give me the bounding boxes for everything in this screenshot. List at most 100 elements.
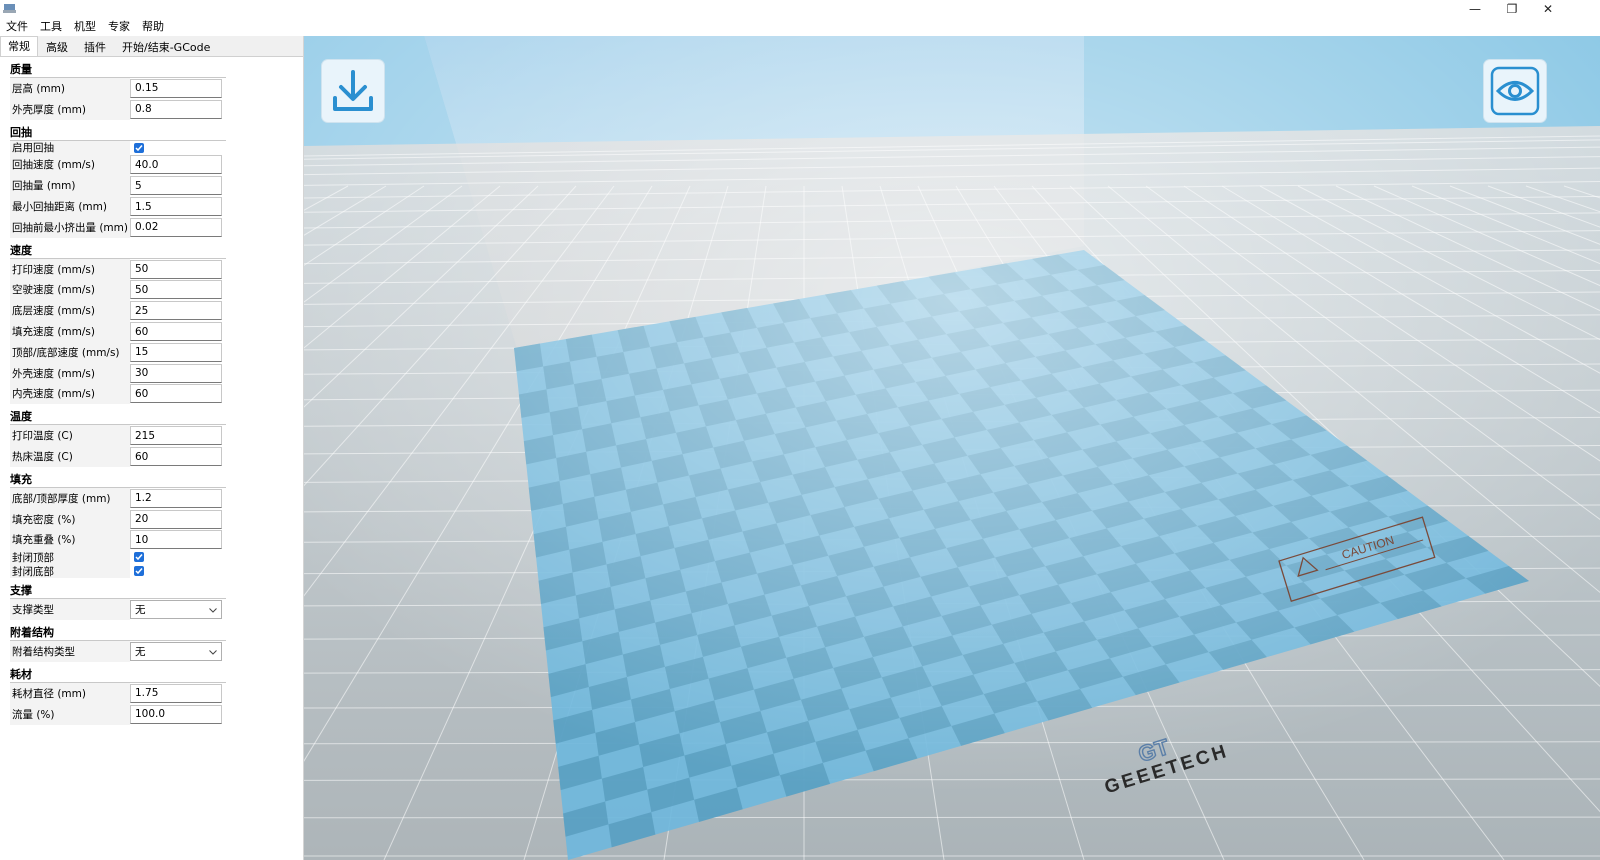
- check-icon: [135, 144, 143, 151]
- close-button[interactable]: ✕: [1531, 0, 1565, 18]
- setting-input[interactable]: 0.02: [130, 217, 222, 237]
- setting-label: 流量 (%): [10, 703, 130, 725]
- setting-input[interactable]: 215: [130, 426, 222, 446]
- tab-plugins[interactable]: 插件: [76, 38, 114, 56]
- check-icon: [135, 554, 143, 561]
- build-volume-scene: CAUTION GT GEEETECH: [304, 36, 1600, 860]
- setting-row: 附着结构类型无: [10, 641, 226, 662]
- setting-label: 填充密度 (%): [10, 508, 130, 530]
- setting-row: 顶部/底部速度 (mm/s) 15: [10, 341, 226, 363]
- setting-label: 层高 (mm): [10, 78, 130, 99]
- minimize-button[interactable]: —: [1458, 0, 1492, 18]
- setting-input[interactable]: 1.2: [130, 488, 222, 508]
- setting-row: 打印速度 (mm/s) 50: [10, 258, 226, 280]
- section-title: 温度: [10, 408, 226, 426]
- setting-label: 支撑类型: [10, 599, 130, 621]
- setting-input[interactable]: 25: [130, 301, 222, 321]
- setting-row: 底部/顶部厚度 (mm) 1.2: [10, 487, 226, 509]
- setting-label: 外壳厚度 (mm): [10, 98, 130, 120]
- load-model-button[interactable]: [322, 60, 384, 122]
- tab-basic[interactable]: 常规: [0, 36, 38, 56]
- title-bar: — ❐ ✕: [0, 0, 1600, 18]
- section-title: 附着结构: [10, 624, 226, 642]
- chevron-down-icon: [209, 646, 217, 658]
- setting-input[interactable]: 15: [130, 342, 222, 362]
- section-title: 速度: [10, 242, 226, 259]
- view-mode-button[interactable]: [1484, 60, 1546, 122]
- section-title: 耗材: [10, 666, 226, 683]
- setting-input[interactable]: 50: [130, 280, 222, 300]
- restore-button[interactable]: ❐: [1495, 0, 1529, 18]
- setting-input[interactable]: 0.15: [130, 78, 222, 98]
- setting-label: 启用回抽: [10, 140, 130, 155]
- setting-row: 流量 (%) 100.0: [10, 703, 226, 725]
- setting-row: 外壳速度 (mm/s) 30: [10, 362, 226, 384]
- setting-dropdown[interactable]: 无: [130, 642, 222, 662]
- setting-label: 空驶速度 (mm/s): [10, 279, 130, 301]
- setting-dropdown-value: 无: [135, 604, 146, 617]
- setting-checkbox[interactable]: [134, 566, 144, 577]
- setting-label: 热床温度 (C): [10, 446, 130, 467]
- setting-row: 填充重叠 (%) 10: [10, 529, 226, 551]
- eye-icon: [1490, 66, 1540, 116]
- setting-label: 填充重叠 (%): [10, 529, 130, 551]
- setting-label: 底层速度 (mm/s): [10, 300, 130, 322]
- setting-input[interactable]: 50: [130, 259, 222, 279]
- chevron-down-icon: [209, 604, 217, 616]
- setting-input[interactable]: 30: [130, 363, 222, 383]
- setting-row: 最小回抽距离 (mm) 1.5: [10, 196, 226, 217]
- setting-row: 填充密度 (%) 20: [10, 508, 226, 530]
- setting-label: 回抽速度 (mm/s): [10, 154, 130, 176]
- settings-tab-body: 质量 层高 (mm) 0.15 外壳厚度 (mm) 0.8 回抽 启用回抽 回抽速度 (mm/…: [0, 56, 303, 860]
- 3d-viewport[interactable]: CAUTION GT GEEETECH: [304, 36, 1600, 860]
- setting-input[interactable]: 40.0: [130, 155, 222, 175]
- setting-input[interactable]: 60: [130, 447, 222, 467]
- setting-input[interactable]: 20: [130, 509, 222, 529]
- menu-machine[interactable]: 机型: [68, 18, 102, 36]
- section-title: 支撑: [10, 582, 226, 600]
- setting-row: 热床温度 (C) 60: [10, 446, 226, 467]
- setting-row: 填充速度 (mm/s) 60: [10, 321, 226, 342]
- settings-list: 质量 层高 (mm) 0.15 外壳厚度 (mm) 0.8 回抽 启用回抽 回抽速度 (mm/…: [10, 61, 226, 725]
- check-icon: [135, 568, 143, 575]
- setting-label: 填充速度 (mm/s): [10, 321, 130, 342]
- setting-input[interactable]: 1.5: [130, 197, 222, 217]
- setting-row: 回抽前最小挤出量 (mm) 0.02: [10, 216, 226, 238]
- setting-row: 打印温度 (C) 215: [10, 425, 226, 447]
- setting-row: 回抽量 (mm) 5: [10, 175, 226, 197]
- setting-label: 最小回抽距离 (mm): [10, 196, 130, 217]
- setting-row: 底层速度 (mm/s) 25: [10, 300, 226, 322]
- setting-label: 封闭顶部: [10, 550, 130, 565]
- setting-input[interactable]: 1.75: [130, 683, 222, 703]
- menu-expert[interactable]: 专家: [102, 18, 136, 36]
- setting-checkbox[interactable]: [134, 142, 144, 153]
- setting-row: 封闭底部: [10, 564, 226, 579]
- setting-label: 附着结构类型: [10, 641, 130, 662]
- section-title: 质量: [10, 61, 226, 78]
- tab-start-end-gcode[interactable]: 开始/结束-GCode: [114, 38, 218, 56]
- setting-input[interactable]: 0.8: [130, 99, 222, 119]
- setting-row: 启用回抽: [10, 140, 226, 155]
- setting-label: 外壳速度 (mm/s): [10, 362, 130, 384]
- setting-input[interactable]: 60: [130, 384, 222, 404]
- setting-checkbox[interactable]: [134, 552, 144, 563]
- tab-advanced[interactable]: 高级: [38, 38, 76, 56]
- setting-row: 回抽速度 (mm/s) 40.0: [10, 154, 226, 176]
- setting-dropdown[interactable]: 无: [130, 600, 222, 620]
- setting-row: 空驶速度 (mm/s) 50: [10, 279, 226, 301]
- setting-input[interactable]: 5: [130, 176, 222, 196]
- setting-label: 耗材直径 (mm): [10, 682, 130, 704]
- setting-row: 内壳速度 (mm/s) 60: [10, 383, 226, 405]
- setting-input[interactable]: 100.0: [130, 704, 222, 724]
- settings-tabs: 常规 高级 插件 开始/结束-GCode: [0, 36, 218, 56]
- setting-label: 打印速度 (mm/s): [10, 258, 130, 280]
- setting-dropdown-value: 无: [135, 646, 146, 659]
- settings-panel: 常规 高级 插件 开始/结束-GCode 质量 层高 (mm) 0.15 外壳厚度 (…: [0, 36, 304, 860]
- menu-file[interactable]: 文件: [0, 18, 34, 36]
- menu-tools[interactable]: 工具: [34, 18, 68, 36]
- setting-label: 封闭底部: [10, 564, 130, 579]
- menu-help[interactable]: 帮助: [136, 18, 170, 36]
- section-title: 回抽: [10, 124, 226, 141]
- setting-input[interactable]: 60: [130, 322, 222, 342]
- setting-input[interactable]: 10: [130, 530, 222, 550]
